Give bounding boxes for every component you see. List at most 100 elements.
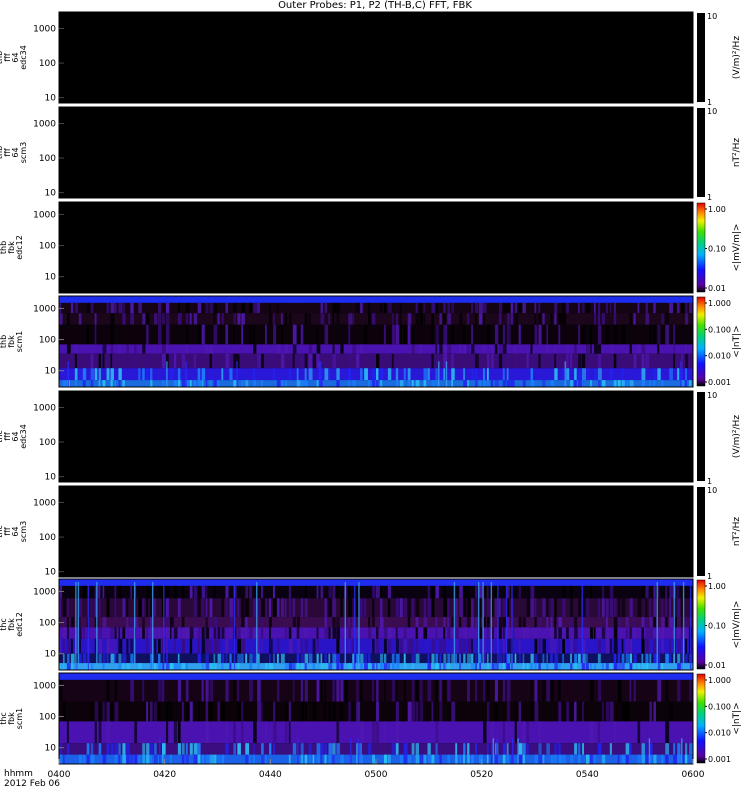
spectral-column: [261, 617, 264, 628]
spectral-column: [601, 754, 606, 764]
spectral-column: [570, 585, 574, 599]
spectral-column: [617, 663, 622, 670]
spectral-column: [621, 380, 625, 387]
spectral-column: [193, 380, 196, 387]
spectral-column: [241, 380, 245, 387]
spectral-column: [605, 302, 608, 314]
spectral-column: [376, 663, 378, 670]
spectral-column: [181, 743, 185, 755]
spectral-column: [130, 679, 135, 702]
spectral-column: [209, 353, 212, 369]
spectral-column: [673, 302, 676, 314]
spectral-column: [498, 344, 503, 354]
spectral-column: [435, 368, 438, 381]
spectral-column: [308, 754, 312, 764]
spectral-column: [538, 579, 542, 586]
spectral-column: [641, 638, 645, 654]
spectral-column: [276, 598, 280, 618]
spectral-column: [185, 679, 189, 702]
spectral-column: [308, 653, 313, 664]
spectral-column: [597, 344, 602, 354]
spectral-column: [605, 627, 610, 639]
spectral-column: [312, 353, 316, 369]
spectral-column: [637, 754, 641, 764]
spectral-column: [601, 627, 606, 639]
spectral-column: [685, 368, 687, 381]
spectral-column: [90, 353, 94, 369]
spectral-column: [439, 701, 443, 722]
spectral-column: [185, 754, 189, 764]
spectral-column: [304, 598, 308, 618]
spectral-column: [645, 353, 650, 369]
spectral-column: [597, 638, 602, 654]
spectral-column: [213, 324, 218, 345]
spectral-column: [578, 598, 582, 618]
spectral-column: [546, 679, 551, 702]
spectral-column: [197, 754, 201, 764]
spectral-column: [475, 313, 477, 325]
spectral-column: [502, 598, 506, 618]
spectral-column: [669, 585, 673, 599]
spectral-column: [348, 627, 352, 639]
spectral-column: [411, 344, 415, 354]
spectral-column: [479, 313, 483, 325]
spectral-column: [657, 679, 661, 702]
spectral-column: [360, 598, 363, 618]
spectral-column: [130, 353, 133, 369]
spectral-column: [403, 743, 408, 755]
spectral-column: [364, 598, 367, 618]
spectral-column: [78, 754, 82, 764]
spectral-column: [308, 743, 312, 755]
spectral-column: [399, 380, 404, 387]
spectral-column: [233, 721, 236, 744]
spectral-column: [411, 679, 415, 702]
spectral-column: [649, 324, 653, 345]
spectral-column: [534, 617, 537, 628]
y-tick-label: 10: [45, 94, 57, 104]
spectral-column: [74, 368, 78, 381]
spectral-column: [661, 663, 664, 670]
panel-5: 100010010thc fff 64 edc34101(V/m)²/Hz: [0, 390, 742, 486]
spectral-column: [629, 638, 632, 654]
spectral-column: [261, 585, 264, 599]
spectral-column: [443, 585, 446, 599]
spectral-column: [486, 627, 489, 639]
spectral-column: [265, 663, 268, 670]
spectral-column: [578, 653, 581, 664]
spectral-column: [447, 679, 451, 702]
y-tick-label: 1000: [33, 587, 56, 597]
spectral-column: [649, 653, 652, 664]
spectral-column: [249, 653, 253, 664]
spectral-column: [653, 701, 657, 722]
spectral-column: [447, 627, 451, 639]
spectral-column: [431, 638, 436, 654]
spectral-column: [530, 653, 534, 664]
spectral-column: [633, 313, 636, 325]
spectral-column: [582, 743, 584, 755]
spectral-column: [534, 324, 538, 345]
spectral-column: [431, 598, 435, 618]
spectral-column: [514, 313, 519, 325]
spectral-column: [245, 598, 250, 618]
spectral-column: [221, 701, 225, 722]
spectral-column: [574, 368, 577, 381]
colorbar-tick: 10: [707, 107, 717, 116]
spectral-column: [558, 627, 562, 639]
spectral-column: [423, 368, 428, 381]
spectral-spike: [87, 582, 89, 670]
spectral-column: [435, 679, 438, 702]
spectral-column: [288, 701, 292, 722]
spectral-column: [419, 627, 423, 639]
spectral-column: [324, 598, 327, 618]
spectral-column: [233, 302, 237, 314]
spectral-column: [665, 743, 670, 755]
spectral-column: [352, 638, 355, 654]
spectral-column: [146, 743, 150, 755]
spectral-column: [376, 380, 379, 387]
spectral-column: [601, 598, 605, 618]
spectral-column: [471, 638, 474, 654]
spectral-column: [332, 302, 337, 314]
spectral-column: [661, 380, 664, 387]
spectral-column: [522, 663, 525, 670]
spectral-column: [126, 663, 131, 670]
